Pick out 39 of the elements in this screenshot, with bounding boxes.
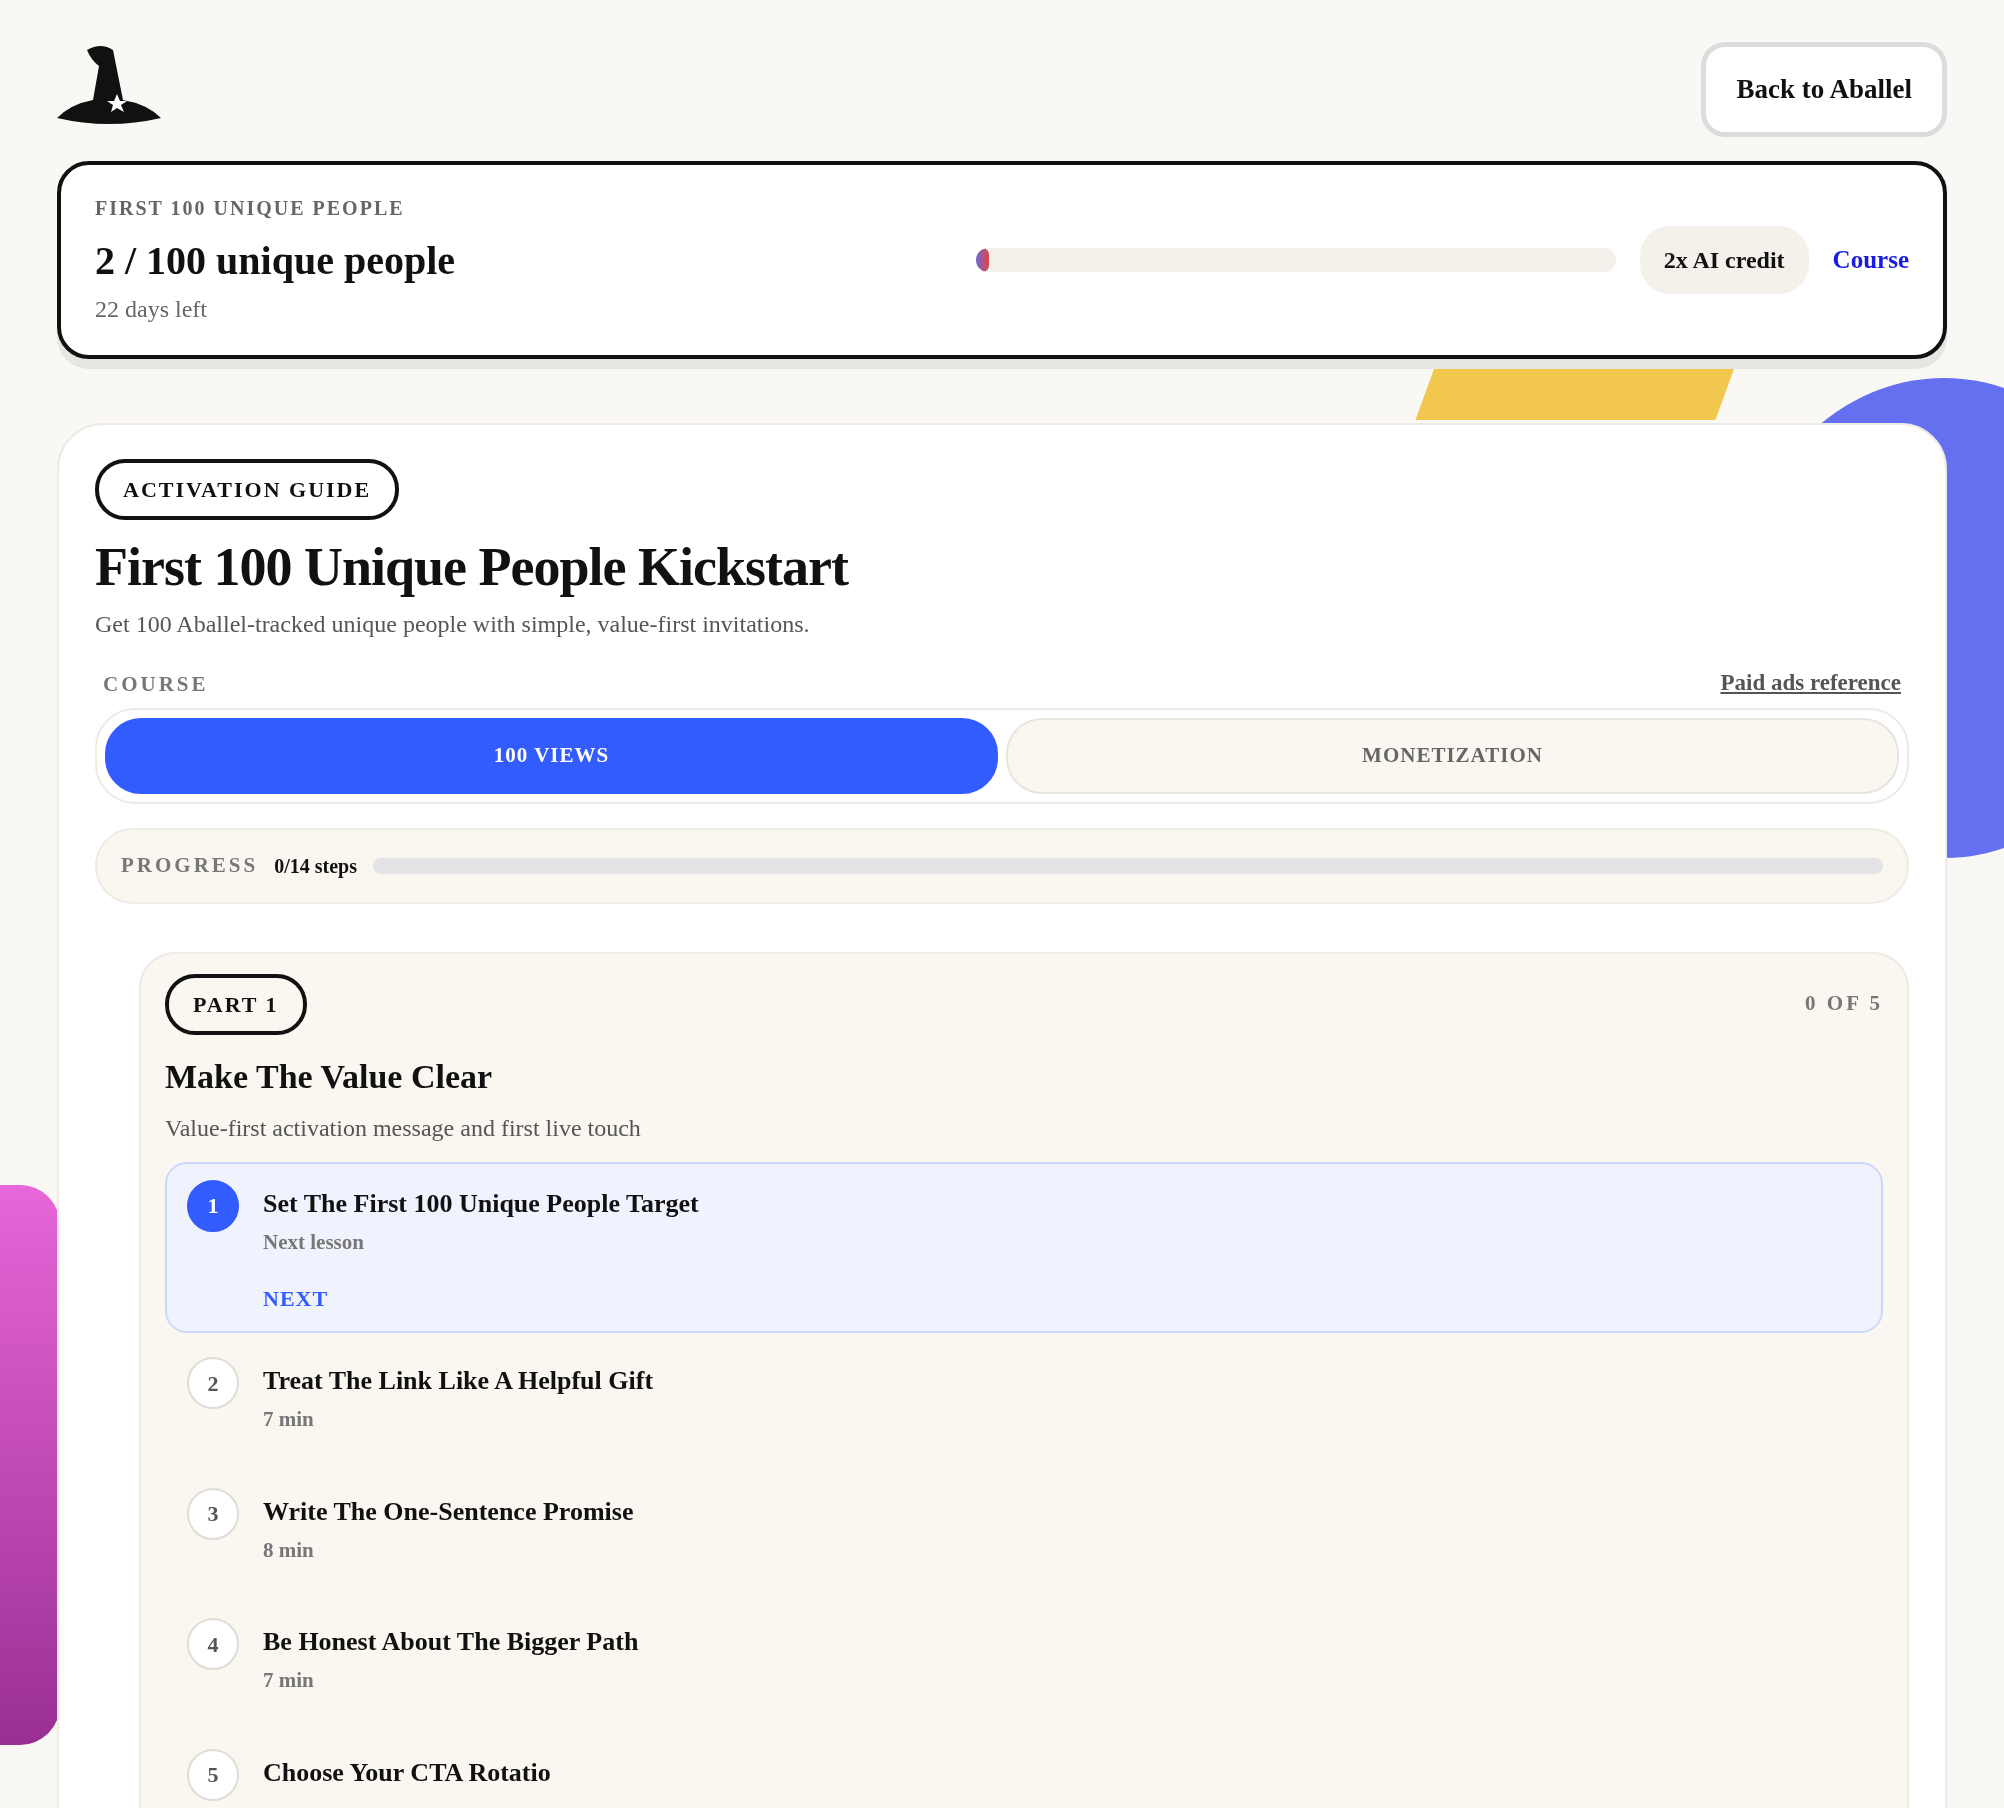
lesson-item[interactable]: 4 Be Honest About The Bigger Path 7 min (165, 1600, 1883, 1725)
days-left: 22 days left (95, 294, 208, 324)
lesson-number: 4 (187, 1618, 239, 1671)
goal-count: 2 / 100 unique people (95, 236, 456, 285)
lesson-meta: 7 min (263, 1406, 315, 1434)
progress-label: PROGRESS (121, 852, 259, 880)
lesson-number: 3 (187, 1487, 239, 1540)
reward-chip: 2x AI credit (1639, 225, 1809, 294)
guide-title: First 100 Unique People Kickstart (95, 535, 850, 598)
lesson-item[interactable]: 2 Treat The Link Like A Helpful Gift 7 min (165, 1339, 1883, 1464)
course-link[interactable]: Course (1832, 240, 1909, 279)
goal-label: FIRST 100 UNIQUE PEOPLE (95, 195, 406, 221)
lesson-item[interactable]: 3 Write The One-Sentence Promise 8 min (165, 1469, 1883, 1595)
part-badge: PART 1 (165, 973, 307, 1035)
part-subtitle: Value-first activation message and first live touch (165, 1113, 642, 1143)
progress-reading: 0/14 steps (274, 853, 357, 880)
lesson-number: 1 (187, 1179, 239, 1232)
guide-subtitle: Get 100 Aballel-tracked unique people with simple, value-first invitations. (95, 609, 811, 639)
lesson-title: Write The One-Sentence Promise (263, 1495, 634, 1528)
lesson-meta: 8 min (263, 1536, 315, 1564)
lesson-title: Set The First 100 Unique People Target (263, 1187, 699, 1220)
back-button[interactable]: Back to Aballel (1701, 42, 1947, 137)
lesson-title: Choose Your CTA Rotatio (263, 1756, 551, 1789)
lesson-number: 5 (187, 1748, 239, 1801)
next-link[interactable]: NEXT (263, 1282, 699, 1316)
reference-link[interactable]: Paid ads reference (1720, 665, 1901, 701)
course-tab[interactable]: MONETIZATION (1006, 718, 1899, 795)
course-label: COURSE (103, 670, 209, 698)
lesson-meta: 7 min (263, 1667, 315, 1695)
guide-badge: ACTIVATION GUIDE (95, 458, 400, 520)
lesson-item[interactable]: 1 Set The First 100 Unique People Target Next lesson NEXT (165, 1161, 1883, 1334)
lesson-meta: Next lesson (263, 1228, 365, 1256)
lesson-item[interactable]: 5 Choose Your CTA Rotatio (165, 1730, 1883, 1808)
part-count: 0 OF 5 (1805, 990, 1883, 1018)
lesson-title: Treat The Link Like A Helpful Gift (263, 1365, 654, 1398)
lesson-number: 2 (187, 1357, 239, 1410)
lesson-title: Be Honest About The Bigger Path (263, 1626, 639, 1659)
course-tab[interactable]: 100 VIEWS (105, 718, 998, 795)
part-title: Make The Value Clear (165, 1056, 494, 1097)
